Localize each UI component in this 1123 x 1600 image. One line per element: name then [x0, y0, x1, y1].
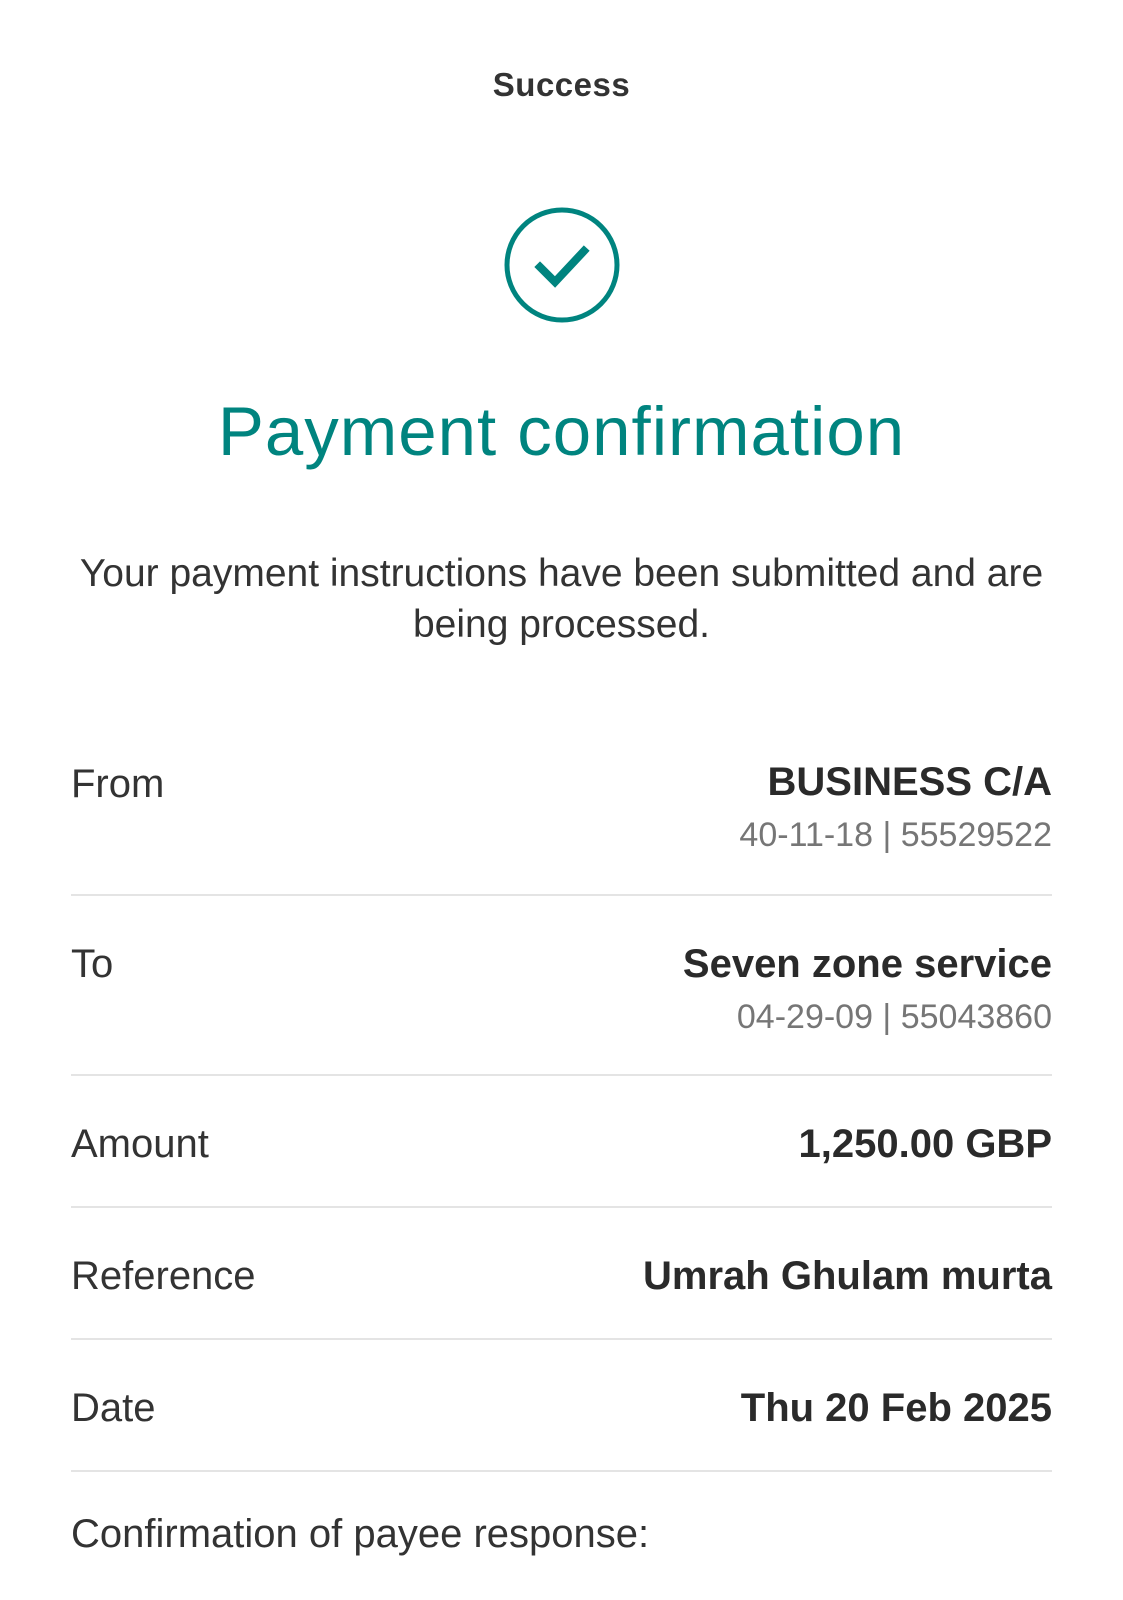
detail-row-to: To Seven zone service 04-29-09 | 5504386…	[71, 896, 1052, 1076]
check-circle-icon	[503, 206, 621, 324]
detail-row-from: From BUSINESS C/A 40-11-18 | 55529522	[71, 734, 1052, 896]
reference-value: Umrah Ghulam murta	[643, 1254, 1052, 1298]
detail-row-reference: Reference Umrah Ghulam murta	[71, 1208, 1052, 1340]
to-payee-name: Seven zone service	[682, 942, 1052, 986]
amount-label: Amount	[71, 1122, 209, 1166]
confirmation-of-payee-heading: Confirmation of payee response:	[71, 1512, 650, 1556]
page-title: Payment confirmation	[217, 393, 906, 470]
from-label: From	[71, 762, 165, 806]
date-label: Date	[71, 1386, 156, 1430]
to-label: To	[71, 942, 114, 986]
to-account-number: 04-29-09 | 55043860	[736, 998, 1052, 1036]
from-account-name: BUSINESS C/A	[767, 760, 1053, 804]
detail-row-amount: Amount 1,250.00 GBP	[71, 1076, 1052, 1208]
detail-row-date: Date Thu 20 Feb 2025	[71, 1340, 1052, 1472]
date-value: Thu 20 Feb 2025	[740, 1386, 1052, 1430]
from-account-number: 40-11-18 | 55529522	[739, 816, 1052, 854]
amount-value: 1,250.00 GBP	[798, 1122, 1053, 1166]
reference-label: Reference	[71, 1254, 256, 1298]
header-title: Success	[492, 66, 631, 103]
payment-details: From BUSINESS C/A 40-11-18 | 55529522 To…	[71, 734, 1052, 1472]
confirmation-message: Your payment instructions have been subm…	[79, 552, 1044, 646]
